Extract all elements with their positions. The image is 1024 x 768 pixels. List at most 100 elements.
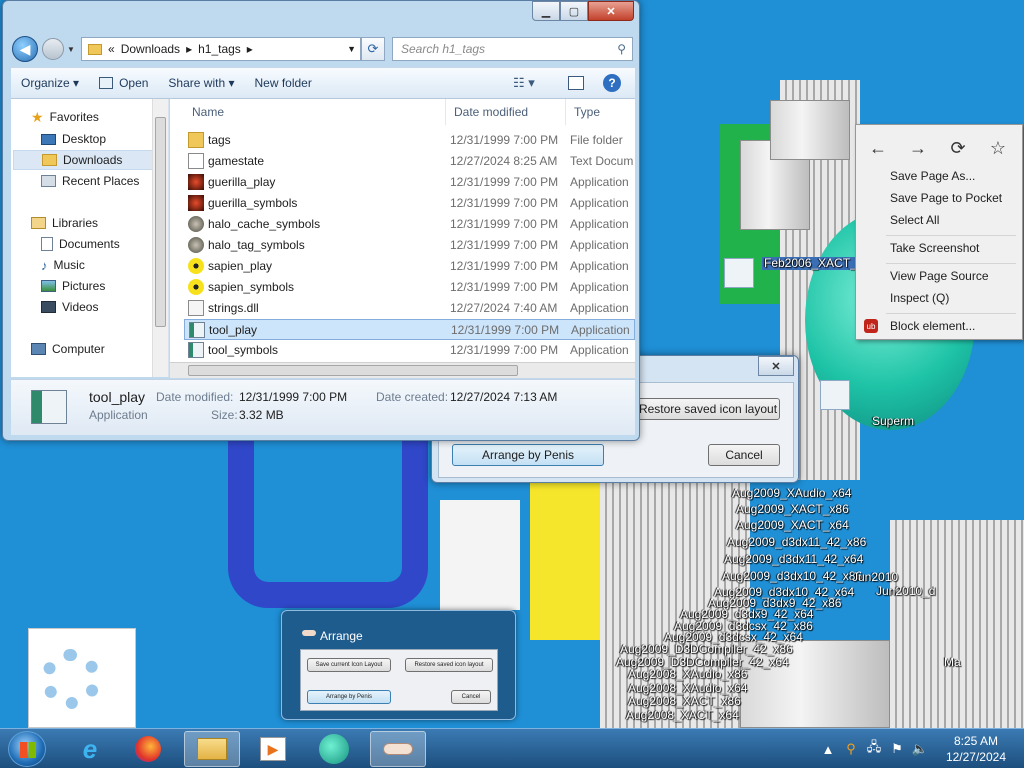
file-row[interactable]: guerilla_play 12/31/1999 7:00 PM Applicati…	[184, 172, 635, 193]
nav-videos[interactable]: Videos	[41, 297, 98, 317]
start-button[interactable]	[8, 731, 46, 767]
file-row[interactable]: tags 12/31/1999 7:00 PM File folder	[184, 130, 635, 151]
taskbar-explorer[interactable]	[184, 731, 240, 767]
help-icon[interactable]: ?	[603, 74, 621, 92]
shortcut-icon[interactable]	[724, 258, 754, 288]
minimize-button[interactable]: ▁	[532, 1, 560, 21]
bookmark-star-icon[interactable]: ☆	[986, 137, 1010, 159]
menu-block-element[interactable]: Block element...	[890, 319, 975, 333]
recent-pages-dropdown[interactable]: ▼	[67, 45, 75, 54]
file-row[interactable]: sapien_symbols 12/31/1999 7:00 PM Applicat…	[184, 277, 635, 298]
desktop-icon-label[interactable]: Superm	[872, 415, 914, 428]
menu-separator	[886, 263, 1016, 264]
desktop-icon-label[interactable]: Aug2009_d3dx11_42_x86	[727, 536, 866, 549]
nav-pictures[interactable]: Pictures	[41, 276, 105, 296]
back-arrow-icon[interactable]: ←	[866, 137, 890, 159]
file-row[interactable]: tool_symbols 12/31/1999 7:00 PM Applicatio…	[184, 340, 635, 361]
file-row[interactable]: tool_play 12/31/1999 7:00 PM Application	[184, 319, 635, 340]
nav-documents[interactable]: Documents	[41, 234, 120, 254]
nav-downloads[interactable]: Downloads	[13, 150, 153, 170]
column-name[interactable]: Name	[184, 99, 446, 125]
file-type: Application	[570, 301, 629, 315]
taskbar-media-player[interactable]: ▶	[245, 731, 301, 767]
breadcrumb-downloads[interactable]: Downloads	[121, 42, 180, 56]
search-tray-icon[interactable]: ⚲	[843, 741, 859, 757]
show-hidden-icons[interactable]: ▲	[820, 741, 836, 757]
organize-menu[interactable]: Organize ▾	[11, 76, 89, 90]
desktop-icon-label[interactable]: Aug2009_d3dx11_42_x64	[724, 553, 863, 566]
file-row[interactable]: halo_cache_symbols 12/31/1999 7:00 PM Appl…	[184, 214, 635, 235]
close-button[interactable]: ✕	[588, 1, 634, 21]
chevron-down-icon[interactable]: ▼	[347, 44, 356, 54]
nav-recent-places[interactable]: Recent Places	[41, 171, 139, 191]
refresh-button[interactable]: ⟳	[361, 37, 385, 61]
desktop-icon-label[interactable]: Jun2010_d	[876, 585, 935, 598]
menu-view-page-source[interactable]: View Page Source	[890, 269, 989, 283]
horizontal-scrollbar[interactable]	[170, 362, 635, 378]
open-button[interactable]: Open	[89, 76, 158, 90]
menu-save-to-pocket[interactable]: Save Page to Pocket	[890, 191, 1002, 205]
menu-select-all[interactable]: Select All	[890, 213, 939, 227]
chevron-right-icon[interactable]: ▸	[186, 42, 192, 56]
column-type[interactable]: Type	[566, 99, 635, 125]
desktop-icon-label[interactable]: Jun2010	[852, 571, 898, 584]
restore-layout-button[interactable]: Restore saved icon layout	[636, 398, 780, 420]
desktop-icon-label[interactable]: Aug2008_XAudio_x86	[628, 668, 747, 681]
desktop-icon-label[interactable]: Ma	[944, 656, 961, 669]
desktop-icon-label[interactable]: Feb2006_XACT_x	[762, 257, 865, 270]
desktop-icon-label[interactable]: Aug2008_XACT_x64	[626, 709, 739, 722]
volume-muted-icon[interactable]: 🔈	[912, 741, 928, 757]
taskbar-internet-explorer[interactable]: e	[62, 731, 118, 767]
network-icon[interactable]: 🖧	[866, 739, 882, 757]
arrange-button[interactable]: Arrange by Penis	[452, 444, 604, 466]
preview-pane-icon[interactable]	[568, 76, 584, 90]
taskbar-firefox[interactable]	[120, 731, 176, 767]
column-date-modified[interactable]: Date modified	[446, 99, 566, 125]
forward-button[interactable]	[42, 38, 64, 60]
scrollbar-thumb[interactable]	[155, 117, 166, 327]
menu-take-screenshot[interactable]: Take Screenshot	[890, 241, 979, 255]
action-center-flag-icon[interactable]: ⚑	[889, 741, 905, 757]
reload-icon[interactable]: ⟳	[946, 137, 970, 159]
nav-desktop[interactable]: Desktop	[41, 129, 106, 149]
scrollbar-thumb[interactable]	[188, 365, 518, 376]
view-options-icon[interactable]: ☷ ▾	[513, 75, 535, 91]
file-name: halo_cache_symbols	[208, 217, 321, 231]
menu-inspect[interactable]: Inspect (Q)	[890, 291, 949, 305]
desktop-icon-label[interactable]: Aug2009_XACT_x64	[736, 519, 849, 532]
share-with-menu[interactable]: Share with ▾	[158, 76, 244, 90]
settings-file-icon[interactable]	[28, 628, 136, 728]
clock[interactable]: 8:25 AM 12/27/2024	[946, 733, 1006, 765]
filing-cabinet	[770, 100, 850, 160]
shortcut-icon[interactable]	[820, 380, 850, 410]
file-row[interactable]: sapien_play 12/31/1999 7:00 PM Application	[184, 256, 635, 277]
desktop-icon-label[interactable]: Aug2009_d3dx10_42_x86	[722, 570, 862, 583]
maximize-button[interactable]: ▢	[560, 1, 588, 21]
nav-libraries[interactable]: Libraries	[31, 213, 98, 233]
file-row[interactable]: guerilla_symbols 12/31/1999 7:00 PM Applic…	[184, 193, 635, 214]
menu-save-page-as[interactable]: Save Page As...	[890, 169, 975, 183]
address-bar[interactable]: « Downloads ▸ h1_tags ▸ ▼	[81, 37, 361, 61]
taskbar-thumbnail-preview[interactable]: Arrange Save current Icon Layout Restore…	[281, 610, 516, 720]
breadcrumb-h1-tags[interactable]: h1_tags	[198, 42, 241, 56]
file-row[interactable]: gamestate 12/27/2024 8:25 AM Text Docum	[184, 151, 635, 172]
nav-music[interactable]: ♪ Music	[41, 255, 85, 275]
desktop-icon-label[interactable]: Aug2009_XACT_x86	[736, 503, 849, 516]
chevron-right-icon[interactable]: ▸	[247, 42, 253, 56]
new-folder-button[interactable]: New folder	[244, 76, 321, 90]
file-row[interactable]: strings.dll 12/27/2024 7:40 AM Application	[184, 298, 635, 319]
nav-pictures-label: Pictures	[62, 279, 106, 293]
forward-arrow-icon[interactable]: →	[906, 137, 930, 159]
nav-favorites[interactable]: ★ Favorites	[31, 107, 99, 127]
taskbar-arrange[interactable]	[370, 731, 426, 767]
nav-scrollbar[interactable]	[152, 99, 168, 377]
desktop-icon-label[interactable]: Aug2008_XACT_x86	[628, 695, 741, 708]
file-row[interactable]: halo_tag_symbols 12/31/1999 7:00 PM Applic…	[184, 235, 635, 256]
cancel-button[interactable]: Cancel	[708, 444, 780, 466]
close-button[interactable]: ✕	[758, 356, 794, 376]
nav-computer[interactable]: Computer	[31, 339, 105, 359]
back-button[interactable]: ◀	[12, 36, 38, 62]
search-input[interactable]: Search h1_tags ⚲	[392, 37, 633, 61]
desktop-icon-label[interactable]: Aug2009_XAudio_x64	[732, 487, 851, 500]
taskbar-app[interactable]	[306, 731, 362, 767]
